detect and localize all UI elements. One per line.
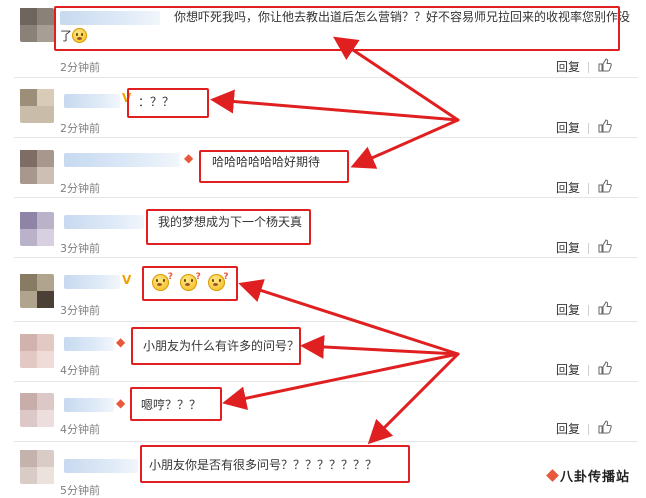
thumbs-up-icon[interactable]: [598, 179, 612, 193]
highlight-box: [130, 387, 222, 421]
comment-time: 4分钟前: [60, 423, 100, 436]
comment-item: V ：？？ 2分钟前 回复: [0, 78, 646, 138]
thumbs-up-icon[interactable]: [598, 361, 612, 375]
comment-feed: 你想吓死我吗，你让他去教出道后怎么营销？？好不容易师兄拉回来的收视率您别作没 了…: [0, 0, 646, 497]
highlight-box: [199, 150, 349, 183]
username[interactable]: [64, 398, 114, 412]
reply-button[interactable]: 回复: [556, 58, 580, 75]
comment-time: 4分钟前: [60, 364, 100, 377]
thumbs-up-icon[interactable]: [598, 301, 612, 315]
highlight-box: [127, 88, 209, 118]
reply-button[interactable]: 回复: [556, 239, 580, 256]
thumbs-up-icon[interactable]: [598, 119, 612, 133]
comment-time: 3分钟前: [60, 304, 100, 317]
avatar[interactable]: [20, 450, 54, 484]
highlight-box: [146, 209, 311, 245]
divider: [588, 123, 589, 134]
reply-button[interactable]: 回复: [556, 420, 580, 437]
highlight-box: [140, 445, 410, 483]
divider: [588, 62, 589, 73]
avatar[interactable]: [20, 150, 54, 184]
avatar[interactable]: [20, 393, 54, 427]
username[interactable]: [64, 275, 120, 289]
divider: [588, 305, 589, 316]
divider: [588, 424, 589, 435]
comment-item: 我的梦想成为下一个杨天真 3分钟前 回复: [0, 198, 646, 258]
username[interactable]: [64, 94, 120, 108]
crown-badge: ◆: [116, 335, 126, 349]
watermark: 八卦传播站: [546, 466, 631, 485]
watermark-logo-icon: [546, 469, 559, 482]
comment-time: 3分钟前: [60, 242, 100, 255]
highlight-box: [131, 327, 301, 365]
comment-time: 2分钟前: [60, 182, 100, 195]
reply-button[interactable]: 回复: [556, 119, 580, 136]
thumbs-up-icon[interactable]: [598, 58, 612, 72]
thumbs-up-icon[interactable]: [598, 239, 612, 253]
crown-badge: ◆: [184, 151, 194, 165]
username[interactable]: [64, 337, 114, 351]
comment-time: 2分钟前: [60, 61, 100, 74]
avatar[interactable]: [20, 274, 54, 308]
watermark-text: 八卦传播站: [560, 470, 631, 485]
avatar[interactable]: [20, 212, 54, 246]
vip-badge: V: [122, 273, 132, 287]
highlight-box: [142, 266, 238, 301]
reply-button[interactable]: 回复: [556, 361, 580, 378]
thumbs-up-icon[interactable]: [598, 420, 612, 434]
username[interactable]: [64, 459, 138, 473]
divider: [588, 365, 589, 376]
comment-time: 2分钟前: [60, 122, 100, 135]
comment-item: V ? ? ? 3分钟前 回复: [0, 258, 646, 322]
avatar[interactable]: [20, 334, 54, 368]
username[interactable]: [64, 153, 180, 167]
comment-item: ◆ 嗯哼？？？ 4分钟前 回复: [0, 382, 646, 442]
divider: [588, 183, 589, 194]
crown-badge: ◆: [116, 396, 126, 410]
highlight-box: [54, 6, 620, 51]
username[interactable]: [64, 215, 144, 229]
divider: [588, 243, 589, 254]
comment-item: ◆ 小朋友为什么有许多的问号？ 4分钟前 回复: [0, 322, 646, 382]
reply-button[interactable]: 回复: [556, 179, 580, 196]
avatar[interactable]: [20, 89, 54, 123]
avatar[interactable]: [20, 8, 54, 42]
reply-button[interactable]: 回复: [556, 301, 580, 318]
